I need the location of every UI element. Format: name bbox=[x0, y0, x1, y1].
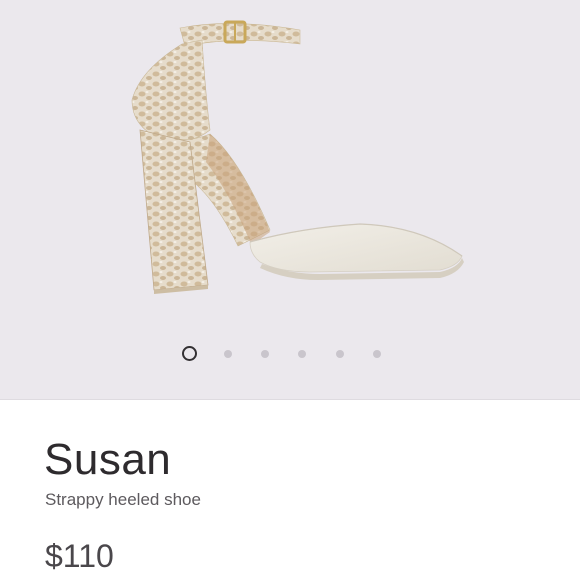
carousel-dot-active[interactable] bbox=[182, 346, 197, 361]
heel-counter bbox=[131, 39, 211, 142]
carousel-dot[interactable] bbox=[261, 350, 269, 358]
carousel-dot[interactable] bbox=[224, 350, 232, 358]
product-info: Susan Strappy heeled shoe $110 bbox=[0, 400, 580, 580]
toe-vamp bbox=[249, 223, 463, 273]
product-name: Susan bbox=[44, 435, 172, 484]
product-image-gallery[interactable] bbox=[0, 0, 580, 400]
carousel-indicators bbox=[0, 345, 580, 363]
carousel-dot[interactable] bbox=[336, 350, 344, 358]
product-subtitle: Strappy heeled shoe bbox=[45, 490, 201, 509]
product-price: $110 bbox=[45, 538, 114, 574]
product-image[interactable] bbox=[110, 10, 470, 310]
product-page: Susan Strappy heeled shoe $110 bbox=[0, 0, 580, 580]
carousel-dot[interactable] bbox=[298, 350, 306, 358]
carousel-dot[interactable] bbox=[373, 350, 381, 358]
